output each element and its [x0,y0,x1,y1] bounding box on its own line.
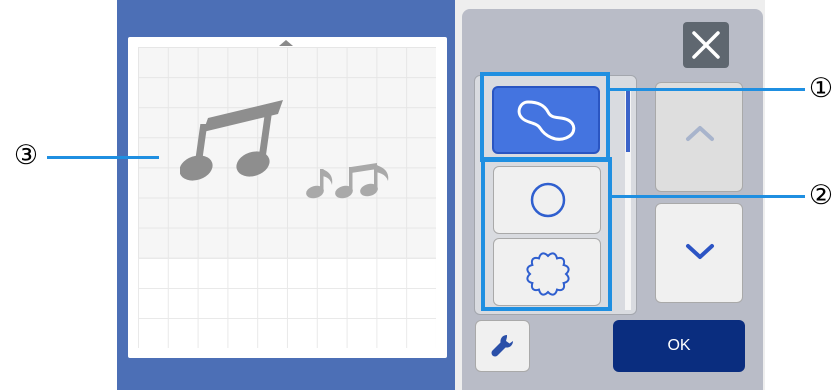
callout-line-3 [47,156,159,159]
scroll-up-button[interactable] [655,82,743,192]
ok-button[interactable]: OK [613,320,745,372]
callout-number-3: ③ [13,140,39,170]
callout-line-2 [612,195,805,198]
callout-number-2: ② [808,180,834,210]
mat-grid-lower [138,258,436,348]
mat-top-arrow-icon [279,40,293,46]
callout-highlight-2 [481,157,612,311]
settings-button[interactable] [475,320,530,372]
chevron-down-icon [686,244,714,259]
wrench-icon [491,335,513,357]
chevron-up-icon [686,126,714,141]
music-notes-icon[interactable] [180,98,285,186]
list-scrollbar-thumb[interactable] [626,90,630,152]
callout-highlight-1 [480,72,610,162]
scroll-down-button[interactable] [655,203,743,303]
close-x-icon [692,31,720,59]
music-notes-icon[interactable] [306,163,396,199]
callout-line-1 [610,88,805,91]
close-button[interactable] [683,22,729,68]
callout-number-1: ① [808,73,834,103]
